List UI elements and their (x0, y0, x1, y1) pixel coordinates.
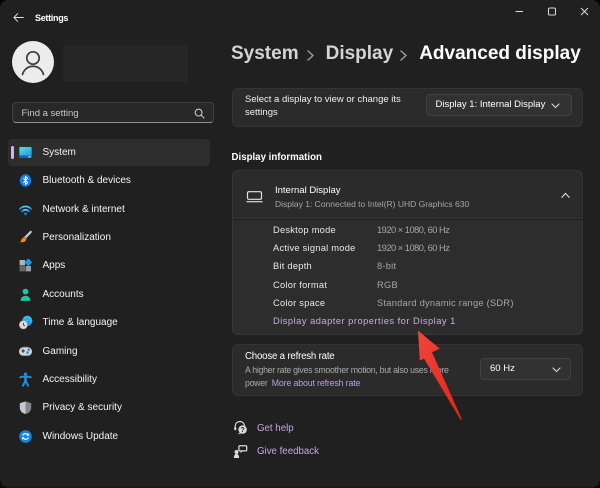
svg-text:?: ? (240, 427, 244, 434)
